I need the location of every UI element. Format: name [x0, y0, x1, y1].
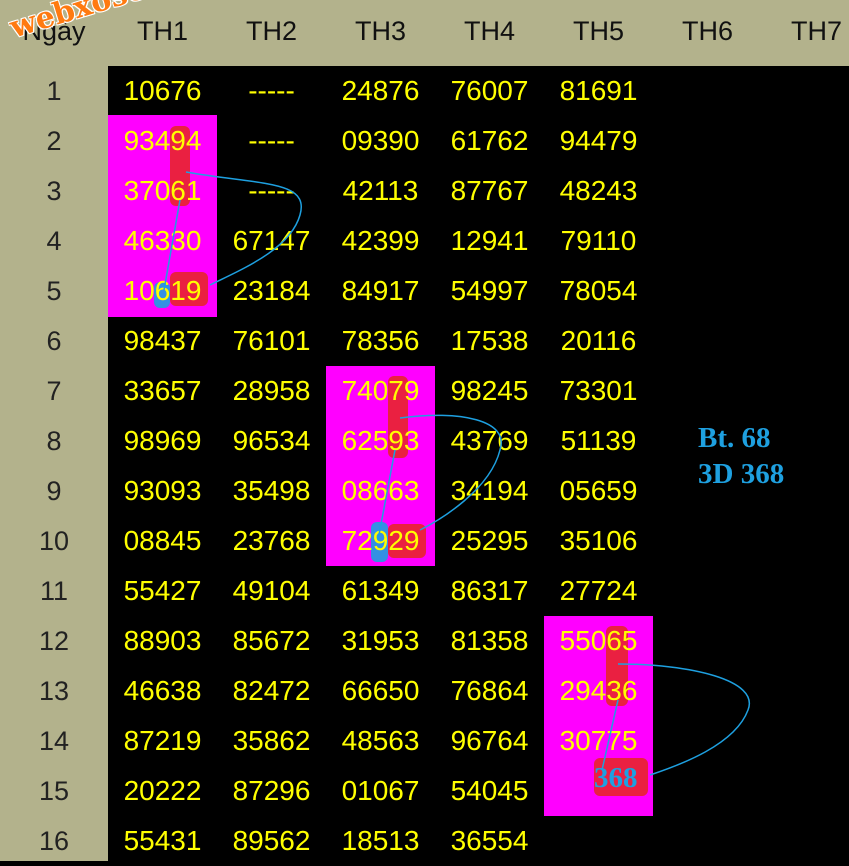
annotation-3d: 3D 368	[698, 458, 785, 490]
annotation-368: 368	[594, 762, 638, 794]
annotation-bt: Bt. 68	[698, 422, 771, 454]
